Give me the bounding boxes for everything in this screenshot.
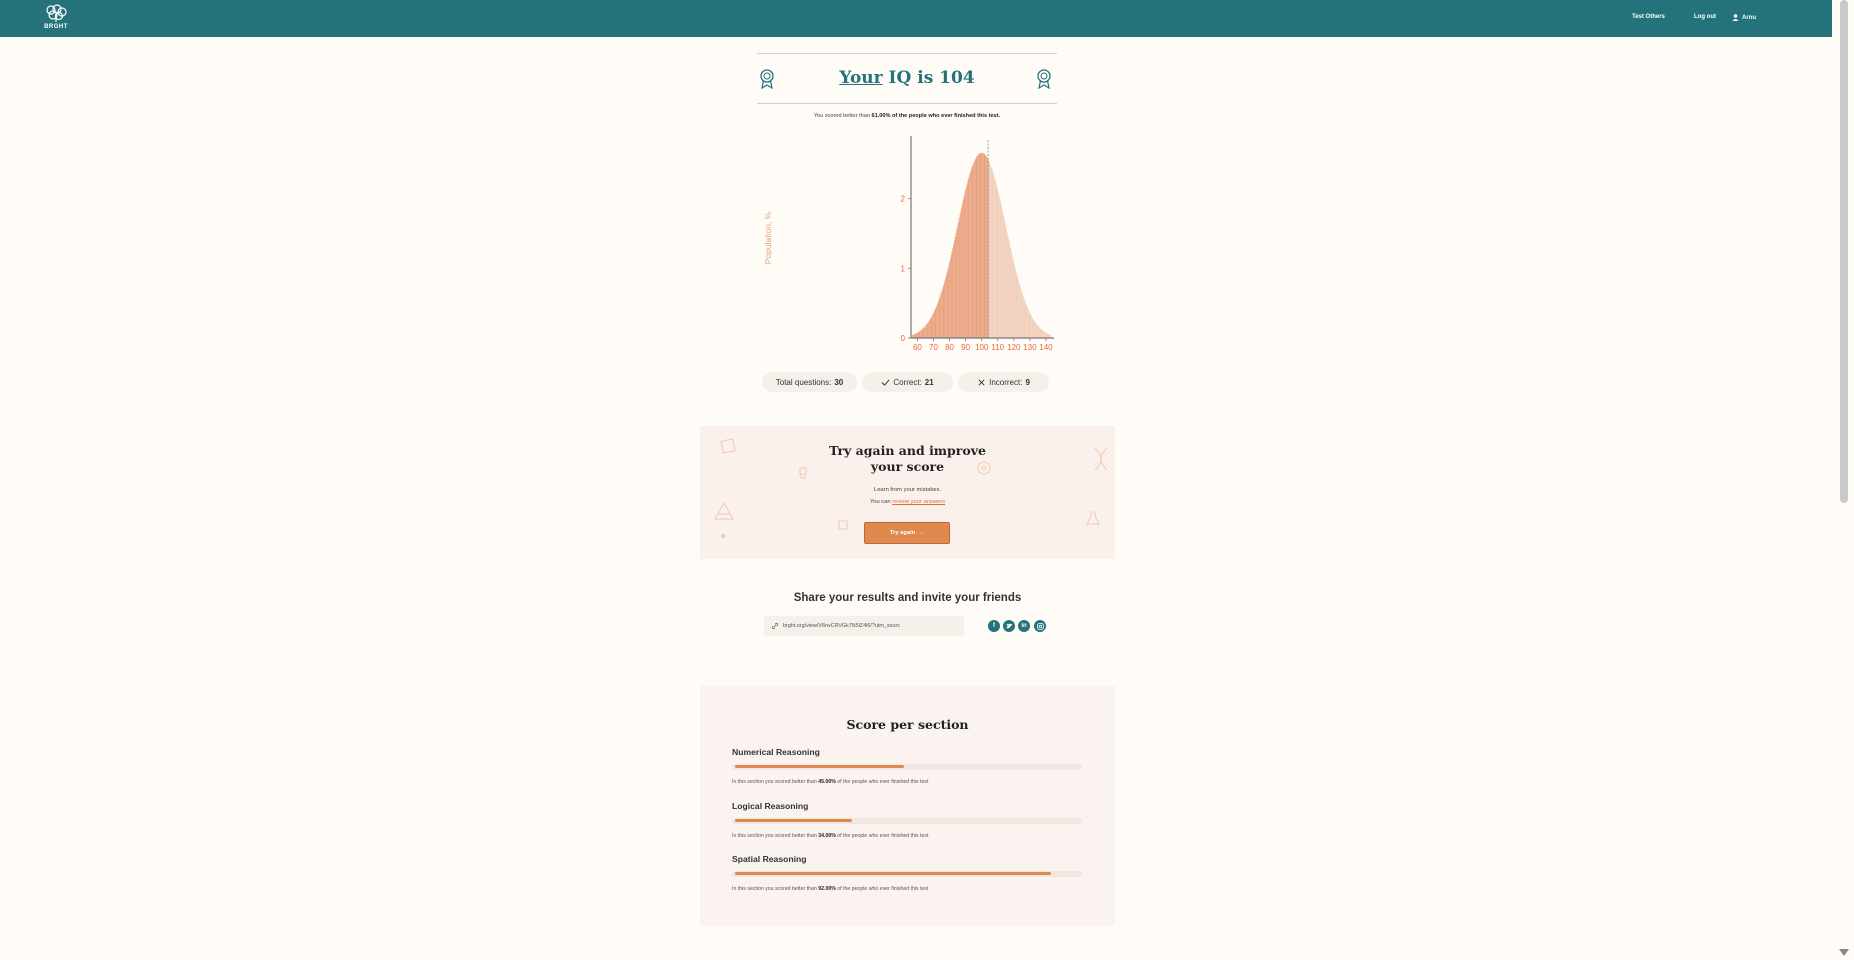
iq-title-rest: IQ is 104 bbox=[882, 68, 975, 88]
incorrect-value: 9 bbox=[1025, 377, 1030, 387]
logo-text: BRGHT bbox=[44, 24, 68, 30]
section-name: Spatial Reasoning bbox=[732, 854, 807, 864]
score-per-section-title: Score per section bbox=[846, 717, 969, 732]
try-again-button-label: Try again bbox=[889, 530, 916, 536]
iq-title-your: Your bbox=[839, 68, 883, 88]
try-again-button[interactable]: Try again → bbox=[864, 522, 950, 544]
iq-percentile-text: You scored better than 61.00% of the peo… bbox=[757, 113, 1057, 119]
chart-y-tick-label: 0 bbox=[901, 334, 906, 343]
section-note: In this section you scored better than 4… bbox=[732, 779, 928, 785]
close-icon bbox=[978, 378, 985, 386]
brand-logo[interactable]: BRGHT bbox=[44, 4, 68, 32]
instagram-icon[interactable] bbox=[1034, 620, 1046, 632]
note-prefix: In this section you scored better than bbox=[732, 779, 819, 785]
iq-distribution-chart: 60 70 80 90 100 110 120 130 140 0 1 2 Population, % bbox=[763, 136, 1054, 352]
try-again-title: Try again and improve your score bbox=[700, 443, 1115, 475]
decorative-flask-icon bbox=[1086, 511, 1100, 525]
decorative-dot-icon bbox=[721, 534, 725, 538]
note-prefix: In this section you scored better than bbox=[732, 833, 819, 839]
chart-y-tick-label: 1 bbox=[901, 264, 906, 273]
section-note: In this section you scored better than 9… bbox=[732, 886, 928, 892]
try-again-card: Try again and improve your score Learn f… bbox=[700, 426, 1115, 559]
note-suffix: of the people who ever finished this tes… bbox=[835, 886, 929, 892]
chart-bars bbox=[912, 152, 1052, 338]
decorative-square-icon bbox=[838, 520, 848, 530]
note-suffix: of the people who ever finished this tes… bbox=[835, 779, 929, 785]
correct-label: Correct: bbox=[893, 377, 922, 387]
chart-x-tick-label: 120 bbox=[1007, 343, 1021, 352]
top-navbar: BRGHT Test Others Log out Arnu bbox=[0, 0, 1832, 37]
chart-y-tick-label: 2 bbox=[901, 195, 906, 204]
user-icon bbox=[1732, 14, 1739, 21]
progress-bar bbox=[732, 818, 1082, 824]
note-suffix: of the people who ever finished this tes… bbox=[835, 833, 929, 839]
share-link-field[interactable]: brght.org/view/V6nvCRVGk7N5lZ4l6/?utm_so… bbox=[764, 616, 964, 636]
progress-bar bbox=[732, 764, 1082, 770]
section-percentile: 45.00% bbox=[818, 779, 836, 785]
chart-x-tick-label: 140 bbox=[1039, 343, 1053, 352]
linkedin-icon[interactable]: in bbox=[1018, 620, 1030, 632]
nav-test-others[interactable]: Test Others bbox=[1632, 14, 1665, 20]
nav-user-menu[interactable]: Arnu bbox=[1732, 14, 1756, 21]
note-prefix: In this section you scored better than bbox=[732, 886, 819, 892]
user-name: Arnu bbox=[1742, 14, 1756, 21]
iq-score-title: Your IQ is 104 bbox=[757, 68, 1057, 88]
scrollbar-thumb[interactable] bbox=[1840, 0, 1848, 503]
section-percentile: 92.00% bbox=[818, 886, 836, 892]
try-again-description: Learn from your mistakes. bbox=[873, 487, 941, 493]
total-questions-label: Total questions: bbox=[775, 377, 832, 387]
award-ribbon-icon bbox=[1037, 69, 1051, 89]
incorrect-label: Incorrect: bbox=[989, 377, 1023, 387]
progress-bar-fill bbox=[735, 872, 1052, 875]
chart-x-tick-label: 90 bbox=[961, 343, 970, 352]
section-name: Numerical Reasoning bbox=[732, 747, 820, 757]
check-icon bbox=[881, 379, 890, 386]
review-answers-link[interactable]: review your answers bbox=[892, 499, 945, 505]
review-prefix: You can bbox=[869, 499, 893, 505]
chart-x-tick-label: 110 bbox=[991, 343, 1004, 352]
incorrect-answers-badge: Incorrect: 9 bbox=[958, 372, 1049, 392]
section-percentile: 34.00% bbox=[818, 833, 836, 839]
iq-result-header: Your IQ is 104 bbox=[757, 53, 1057, 104]
instagram-camera-glyph bbox=[1036, 622, 1044, 630]
chart-x-tick-label: 100 bbox=[975, 343, 989, 352]
section-name: Logical Reasoning bbox=[732, 801, 809, 811]
nav-logout[interactable]: Log out bbox=[1694, 14, 1716, 20]
arrow-right-icon: → bbox=[918, 530, 925, 536]
total-questions-badge: Total questions: 30 bbox=[762, 372, 857, 392]
chart-x-tick-label: 130 bbox=[1023, 343, 1037, 352]
chart-y-axis-label: Population, % bbox=[763, 211, 773, 264]
section-note: In this section you scored better than 3… bbox=[732, 833, 928, 839]
twitter-icon[interactable] bbox=[1003, 620, 1015, 632]
link-icon bbox=[771, 622, 779, 630]
try-again-title-line1: Try again and improve bbox=[829, 443, 986, 458]
total-questions-value: 30 bbox=[834, 377, 844, 387]
section-numerical-reasoning: Numerical Reasoning In this section you … bbox=[732, 747, 1084, 785]
share-title: Share your results and invite your frien… bbox=[793, 592, 1022, 604]
review-answers-text: You can review your answers bbox=[700, 499, 1115, 505]
progress-bar-fill bbox=[735, 819, 852, 822]
chart-x-tick-label: 80 bbox=[945, 343, 954, 352]
page-scrollbar[interactable] bbox=[1832, 0, 1854, 960]
section-spatial-reasoning: Spatial Reasoning In this section you sc… bbox=[732, 854, 1084, 892]
brain-icon bbox=[46, 4, 67, 22]
twitter-bird-glyph bbox=[1005, 623, 1012, 629]
progress-bar bbox=[732, 871, 1082, 877]
iq-percentile-prefix: You scored better than bbox=[813, 113, 872, 119]
iq-percentile-value: 61.00% of the people who ever finished t… bbox=[871, 113, 1001, 119]
correct-value: 21 bbox=[924, 377, 934, 387]
scroll-down-arrow-icon[interactable] bbox=[1839, 949, 1849, 956]
progress-bar-fill bbox=[735, 765, 904, 768]
facebook-icon[interactable]: f bbox=[988, 620, 1000, 632]
correct-answers-badge: Correct: 21 bbox=[862, 372, 953, 392]
share-link-text: brght.org/view/V6nvCRVGk7N5lZ4l6/?utm_so… bbox=[783, 623, 901, 629]
chart-x-tick-label: 70 bbox=[929, 343, 938, 352]
section-logical-reasoning: Logical Reasoning In this section you sc… bbox=[732, 801, 1084, 839]
chart-x-tick-label: 60 bbox=[913, 343, 922, 352]
try-again-title-line2: your score bbox=[870, 459, 945, 474]
score-per-section-card: Score per section Numerical Reasoning In… bbox=[700, 686, 1115, 926]
